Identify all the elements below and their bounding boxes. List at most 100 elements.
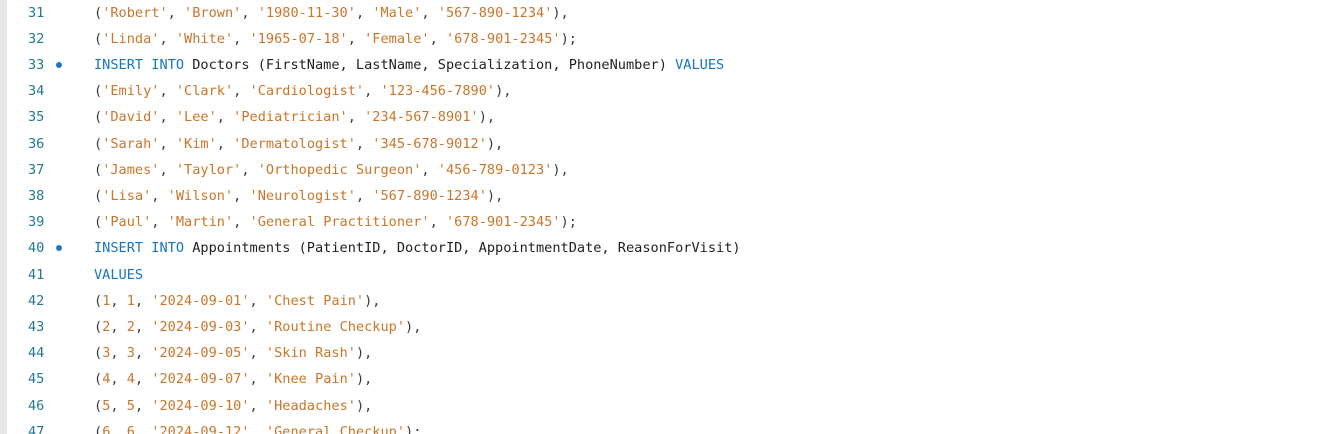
line-number: 34 (28, 83, 45, 100)
string-literal: 'Sarah' (102, 135, 160, 152)
line-number: 46 (28, 397, 45, 414)
code-text[interactable]: ('Emily', 'Clark', 'Cardiologist', '123-… (94, 78, 511, 104)
line-number: 35 (28, 109, 45, 126)
string-literal: '2024-09-12' (151, 423, 250, 434)
code-line[interactable]: 41 VALUES (7, 262, 1327, 288)
code-text[interactable]: ('Paul', 'Martin', 'General Practitioner… (94, 209, 577, 235)
code-line[interactable]: 43 (2, 2, '2024-09-03', 'Routine Checkup'… (7, 314, 1327, 340)
string-literal: 'Martin' (167, 214, 234, 231)
code-text[interactable]: ('Robert', 'Brown', '1980-11-30', 'Male'… (94, 0, 569, 26)
code-line[interactable]: 36 ('Sarah', 'Kim', 'Dermatologist', '345… (7, 131, 1327, 157)
code-token: , (216, 109, 234, 126)
string-literal: 'Lisa' (102, 188, 152, 205)
code-text[interactable]: (6, 6, '2024-09-12', 'General Checkup'); (94, 419, 421, 434)
code-token: , (151, 188, 168, 205)
line-number: 33 (28, 57, 45, 74)
code-line[interactable]: 45 (4, 4, '2024-09-07', 'Knee Pain'), (7, 366, 1327, 392)
string-literal: '234-567-8901' (364, 109, 479, 126)
code-token: , (134, 423, 152, 434)
string-literal: '345-678-9012' (372, 135, 487, 152)
line-number: 31 (28, 4, 45, 21)
string-literal: 'Cardiologist' (249, 83, 365, 100)
code-lines[interactable]: 31 ('Robert', 'Brown', '1980-11-30', 'Mal… (7, 0, 1327, 434)
code-text[interactable]: (4, 4, '2024-09-07', 'Knee Pain'), (94, 366, 372, 392)
code-text[interactable]: VALUES (94, 262, 143, 288)
sql-keyword: VALUES (675, 57, 725, 74)
code-token: ( (94, 345, 103, 362)
code-token: ), (364, 292, 381, 309)
code-token: ( (94, 135, 103, 152)
code-text[interactable]: INSERT INTO Doctors (FirstName, LastName… (94, 52, 724, 78)
code-line[interactable]: 46 (5, 5, '2024-09-10', 'Headaches'), (7, 393, 1327, 419)
code-text[interactable]: ('David', 'Lee', 'Pediatrician', '234-56… (94, 104, 495, 130)
code-token: , (347, 30, 365, 47)
statement-marker-icon (56, 62, 62, 69)
string-literal: 'Lee' (175, 109, 217, 126)
code-line[interactable]: 37 ('James', 'Taylor', 'Orthopedic Surgeo… (7, 157, 1327, 183)
code-text[interactable]: ('Linda', 'White', '1965-07-18', 'Female… (94, 26, 577, 52)
string-literal: '567-890-1234' (372, 188, 487, 205)
sql-keyword: VALUES (94, 266, 144, 283)
code-line[interactable]: 31 ('Robert', 'Brown', '1980-11-30', 'Mal… (7, 0, 1327, 26)
code-token: , (167, 4, 185, 21)
string-literal: 'Kim' (175, 135, 217, 152)
code-text[interactable]: INSERT INTO Appointments (PatientID, Doc… (94, 235, 741, 261)
code-line[interactable]: 39 ('Paul', 'Martin', 'General Practition… (7, 209, 1327, 235)
sql-keyword: INTO (151, 57, 185, 74)
code-token: , (159, 135, 176, 152)
code-token: Appointments (PatientID, DoctorID, Appoi… (184, 240, 741, 257)
string-literal: 'James' (102, 161, 160, 178)
code-token: , (159, 30, 176, 47)
string-literal: 'David' (102, 109, 160, 126)
code-token: ( (94, 4, 103, 21)
code-token: ( (94, 397, 103, 414)
number-literal: 5 (126, 397, 135, 414)
code-token: ( (94, 83, 103, 100)
code-token: , (241, 161, 258, 178)
code-token: , (249, 371, 266, 388)
code-line[interactable]: 34 ('Emily', 'Clark', 'Cardiologist', '12… (7, 78, 1327, 104)
code-text[interactable]: (2, 2, '2024-09-03', 'Routine Checkup'), (94, 314, 421, 340)
code-token: , (355, 4, 373, 21)
string-literal: 'Knee Pain' (265, 371, 356, 388)
code-token: , (233, 83, 250, 100)
code-token: , (429, 214, 446, 231)
code-line[interactable]: 35 ('David', 'Lee', 'Pediatrician', '234-… (7, 104, 1327, 130)
code-token: , (364, 83, 381, 100)
code-token: ( (94, 292, 103, 309)
code-token: ( (94, 188, 103, 205)
string-literal: 'Male' (372, 4, 422, 21)
line-number: 47 (28, 423, 45, 434)
string-literal: 'Wilson' (167, 188, 234, 205)
string-literal: 'Clark' (175, 83, 234, 100)
string-literal: 'Skin Rash' (265, 345, 356, 362)
code-line[interactable]: 47 (6, 6, '2024-09-12', 'General Checkup'… (7, 419, 1327, 434)
code-text[interactable]: ('James', 'Taylor', 'Orthopedic Surgeon'… (94, 157, 569, 183)
number-literal: 6 (126, 423, 135, 434)
code-token: , (134, 292, 152, 309)
code-text[interactable]: ('Sarah', 'Kim', 'Dermatologist', '345-6… (94, 131, 503, 157)
string-literal: 'Linda' (102, 30, 160, 47)
code-token: ( (94, 318, 103, 335)
code-line[interactable]: 38 ('Lisa', 'Wilson', 'Neurologist', '567… (7, 183, 1327, 209)
code-text[interactable]: (1, 1, '2024-09-01', 'Chest Pain'), (94, 288, 381, 314)
sql-editor[interactable]: 31 ('Robert', 'Brown', '1980-11-30', 'Mal… (0, 0, 1327, 434)
code-line[interactable]: 40 INSERT INTO Appointments (PatientID, D… (7, 235, 1327, 261)
code-token: ( (94, 109, 103, 126)
code-line[interactable]: 32 ('Linda', 'White', '1965-07-18', 'Fema… (7, 26, 1327, 52)
code-token: , (110, 345, 127, 362)
code-token: ), (486, 135, 504, 152)
code-token: ), (552, 161, 569, 178)
code-line[interactable]: 42 (1, 1, '2024-09-01', 'Chest Pain'), (7, 288, 1327, 314)
line-number: 36 (28, 135, 45, 152)
line-number: 39 (28, 214, 45, 231)
line-number: 43 (28, 318, 45, 335)
code-line[interactable]: 44 (3, 3, '2024-09-05', 'Skin Rash'), (7, 340, 1327, 366)
code-line[interactable]: 33 INSERT INTO Doctors (FirstName, LastNa… (7, 52, 1327, 78)
string-literal: 'Taylor' (175, 161, 242, 178)
string-literal: 'Routine Checkup' (265, 318, 406, 335)
code-text[interactable]: (3, 3, '2024-09-05', 'Skin Rash'), (94, 340, 372, 366)
line-number: 38 (28, 188, 45, 205)
code-text[interactable]: (5, 5, '2024-09-10', 'Headaches'), (94, 393, 372, 419)
code-text[interactable]: ('Lisa', 'Wilson', 'Neurologist', '567-8… (94, 183, 503, 209)
